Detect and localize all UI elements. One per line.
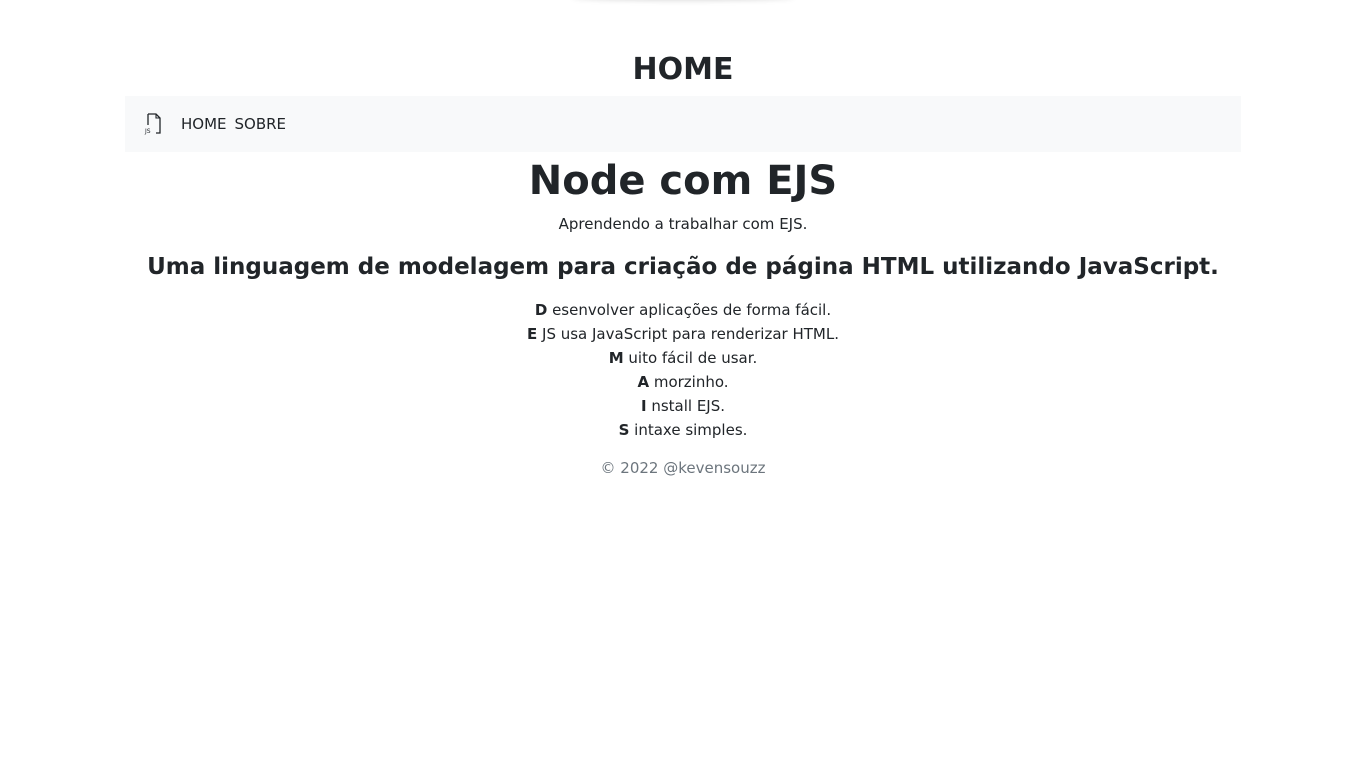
list-item: A morzinho.: [0, 370, 1366, 394]
acrostic-text: intaxe simples.: [629, 421, 748, 439]
lead-heading: Uma linguagem de modelagem para criação …: [147, 254, 1219, 280]
ejs-file-icon[interactable]: JS: [141, 112, 165, 136]
svg-text:JS: JS: [144, 128, 151, 135]
acrostic-letter: A: [637, 373, 650, 391]
acrostic-text: esenvolver aplicações de forma fácil.: [547, 301, 832, 319]
ejs-file-icon-svg: JS: [144, 113, 161, 135]
acrostic-text: uito fácil de usar.: [623, 349, 758, 367]
acrostic-letter: M: [608, 349, 624, 367]
list-item: E JS usa JavaScript para renderizar HTML…: [0, 322, 1366, 346]
acrostic-text: morzinho.: [649, 373, 729, 391]
acrostic-text: nstall EJS.: [646, 397, 726, 415]
list-item: D esenvolver aplicações de forma fácil.: [0, 298, 1366, 322]
main-title: Node com EJS: [528, 158, 838, 204]
acrostic-letter: S: [618, 421, 630, 439]
nav-link-sobre[interactable]: SOBRE: [235, 114, 287, 134]
acrostic-text: JS usa JavaScript para renderizar HTML.: [537, 325, 839, 343]
acrostic-letter: E: [527, 325, 538, 343]
list-item: M uito fácil de usar.: [0, 346, 1366, 370]
acrostic-letter: D: [534, 301, 548, 319]
navbar: JS HOME SOBRE: [125, 96, 1241, 152]
acrostic-list: D esenvolver aplicações de forma fácil. …: [0, 298, 1366, 442]
main-content: Node com EJS Aprendendo a trabalhar com …: [0, 152, 1366, 478]
list-item: S intaxe simples.: [0, 418, 1366, 442]
page-heading: HOME: [632, 52, 734, 87]
list-item: I nstall EJS.: [0, 394, 1366, 418]
nav-link-home[interactable]: HOME: [181, 114, 227, 134]
subtitle: Aprendendo a trabalhar com EJS.: [558, 215, 808, 233]
footer-copyright: © 2022 @kevensouzz: [600, 459, 766, 477]
